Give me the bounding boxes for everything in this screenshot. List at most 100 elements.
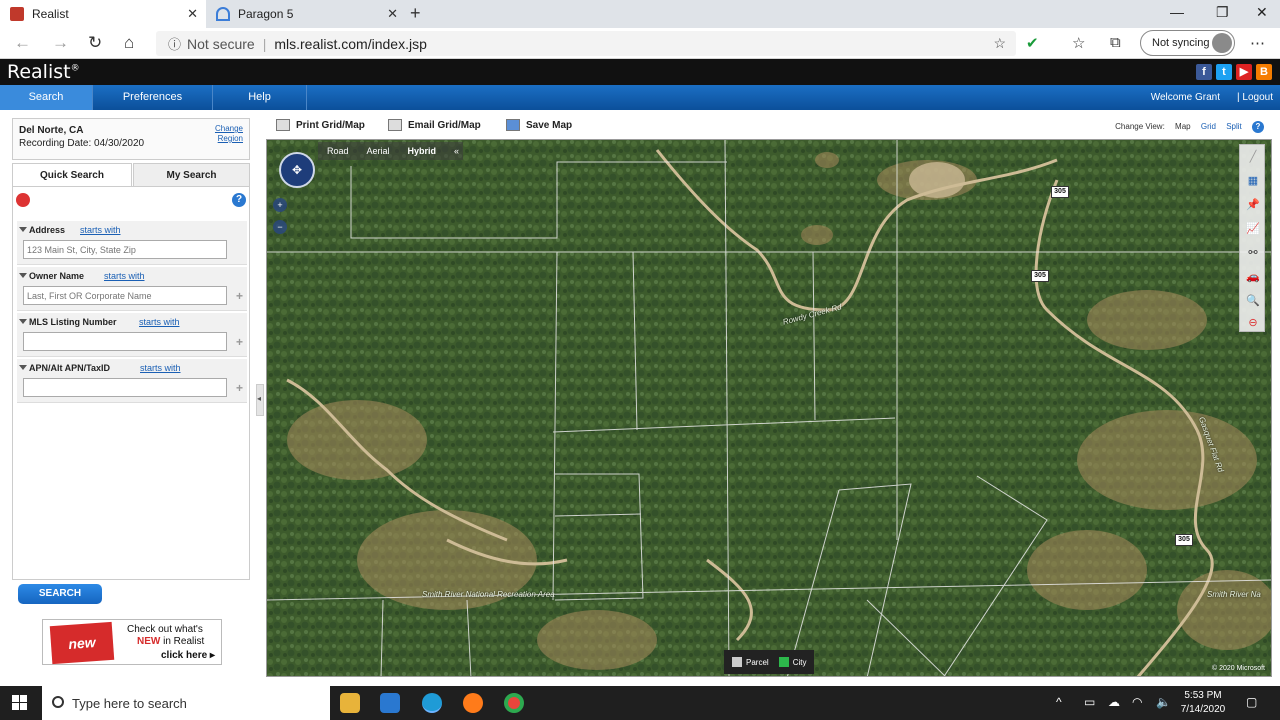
apn-label: APN/Alt APN/TaxID [29, 363, 111, 373]
twitter-icon[interactable]: t [1216, 64, 1232, 80]
mls-input[interactable] [23, 332, 227, 351]
tab-label: Realist [32, 7, 69, 21]
email-button[interactable]: Email Grid/Map [388, 119, 481, 131]
collections-icon[interactable]: ⧉ [1110, 34, 1121, 51]
favorites-icon[interactable]: ☆ [1072, 34, 1085, 52]
layers-icon[interactable]: ▦ [1244, 173, 1262, 189]
minimize-icon[interactable]: — [1170, 4, 1184, 20]
aerial-map[interactable]: Road Aerial Hybrid « ✥ + − ╱ ▦ 📌 📈 ⚯ 🚗 🔍… [266, 139, 1272, 677]
draw-line-icon[interactable]: ╱ [1244, 149, 1262, 165]
view-map-link[interactable]: Map [1175, 122, 1191, 131]
search-button[interactable]: SEARCH [18, 584, 102, 604]
tab-realist[interactable]: Realist ✕ [0, 0, 206, 28]
close-tab-icon[interactable]: ✕ [187, 6, 198, 22]
whats-new-banner[interactable]: new Check out what's NEW in Realist clic… [42, 619, 222, 665]
facebook-icon[interactable]: f [1196, 64, 1212, 80]
view-grid-link[interactable]: Grid [1201, 122, 1216, 131]
extension-check-icon[interactable]: ✔ [1026, 34, 1039, 52]
zoom-in-icon[interactable]: + [273, 198, 287, 212]
close-tab-icon[interactable]: ✕ [387, 6, 398, 22]
tab-label: Paragon 5 [238, 7, 294, 21]
favorite-star-icon[interactable]: ☆ [993, 35, 1006, 52]
file-explorer-icon[interactable] [340, 693, 360, 713]
nav-search[interactable]: Search [0, 85, 93, 110]
collapse-caret-icon[interactable] [19, 273, 27, 278]
more-menu-icon[interactable]: ⋯ [1250, 34, 1265, 52]
quick-search-form: ? Address starts with Owner Name starts … [12, 186, 250, 580]
realist-favicon-icon [10, 7, 24, 21]
pan-control-icon[interactable]: ✥ [279, 152, 315, 188]
car-icon[interactable]: 🚗 [1244, 269, 1262, 285]
address-match-mode[interactable]: starts with [80, 225, 121, 235]
change-link-line1[interactable]: Change [215, 124, 243, 134]
home-icon[interactable]: ⌂ [124, 33, 134, 53]
collapse-caret-icon[interactable] [19, 319, 27, 324]
map-type-road[interactable]: Road [327, 146, 349, 156]
mls-match-mode[interactable]: starts with [139, 317, 180, 327]
back-icon[interactable]: ← [14, 33, 31, 53]
add-mls-icon[interactable]: + [236, 335, 243, 349]
address-input[interactable] [23, 240, 227, 259]
collapse-caret-icon[interactable] [19, 365, 27, 370]
map-type-aerial[interactable]: Aerial [367, 146, 390, 156]
nav-preferences[interactable]: Preferences [93, 85, 213, 110]
save-map-button[interactable]: Save Map [506, 119, 572, 131]
help-icon[interactable]: ? [1252, 121, 1264, 133]
close-window-icon[interactable]: ✕ [1256, 4, 1268, 21]
apn-input[interactable] [23, 378, 227, 397]
mail-icon[interactable] [380, 693, 400, 713]
wifi-icon[interactable]: ◠ [1132, 695, 1142, 709]
blog-icon[interactable]: B [1256, 64, 1272, 80]
edge-icon[interactable] [422, 693, 442, 713]
collapse-map-types-icon[interactable]: « [454, 146, 459, 156]
url-field[interactable]: ⓘ Not secure | mls.realist.com/index.jsp… [156, 31, 1016, 56]
firefox-icon[interactable] [463, 693, 483, 713]
maximize-icon[interactable]: ❐ [1216, 4, 1229, 21]
new-tab-icon[interactable]: + [410, 3, 421, 24]
windows-start-icon[interactable] [12, 695, 28, 711]
clock[interactable]: 5:53 PM 7/14/2020 [1180, 689, 1226, 717]
volume-icon[interactable]: 🔈 [1156, 695, 1171, 709]
change-region-link[interactable]: Change Region [215, 124, 243, 144]
notifications-icon[interactable]: ▢ [1246, 695, 1257, 709]
logo-registered-mark: ® [70, 63, 80, 74]
add-owner-icon[interactable]: + [236, 289, 243, 303]
add-apn-icon[interactable]: + [236, 381, 243, 395]
collapse-caret-icon[interactable] [19, 227, 27, 232]
tray-chevron-icon[interactable]: ^ [1056, 695, 1062, 709]
clear-form-icon[interactable] [16, 193, 30, 207]
panel-collapse-handle[interactable]: ◂ [256, 384, 264, 416]
pushpin-icon[interactable]: 📌 [1244, 197, 1262, 213]
info-icon[interactable]: ⓘ [168, 34, 181, 53]
clear-icon[interactable]: ⊖ [1244, 315, 1262, 331]
help-icon[interactable]: ? [232, 193, 246, 207]
youtube-icon[interactable]: ▶ [1236, 64, 1252, 80]
tab-quick-search[interactable]: Quick Search [12, 163, 132, 187]
taskbar-search[interactable]: Type here to search [42, 686, 330, 720]
chrome-icon[interactable] [504, 693, 524, 713]
battery-icon[interactable]: ▭ [1084, 695, 1095, 709]
change-link-line2[interactable]: Region [215, 134, 243, 144]
region-city: Del Norte, CA [19, 125, 84, 136]
view-split-link[interactable]: Split [1226, 122, 1242, 131]
onedrive-icon[interactable]: ☁ [1108, 695, 1120, 709]
profile-sync-button[interactable]: Not syncing [1140, 30, 1235, 56]
promo-click-here[interactable]: click here ▸ [161, 650, 215, 661]
refresh-icon[interactable]: ↻ [88, 33, 102, 53]
zoom-out-icon[interactable]: − [273, 220, 287, 234]
chart-icon[interactable]: 📈 [1244, 221, 1262, 237]
map-type-hybrid[interactable]: Hybrid [408, 146, 437, 156]
tab-paragon[interactable]: Paragon 5 ✕ [206, 0, 406, 28]
apn-match-mode[interactable]: starts with [140, 363, 181, 373]
forward-icon[interactable]: → [52, 33, 69, 53]
owner-match-mode[interactable]: starts with [104, 271, 145, 281]
tab-my-search[interactable]: My Search [133, 163, 250, 187]
magnify-icon[interactable]: 🔍 [1244, 293, 1262, 309]
nav-help[interactable]: Help [213, 85, 307, 110]
logout-link[interactable]: | Logout [1237, 85, 1273, 110]
binoculars-icon[interactable]: ⚯ [1244, 245, 1262, 261]
print-button[interactable]: Print Grid/Map [276, 119, 365, 131]
owner-input[interactable] [23, 286, 227, 305]
address-field-group: Address starts with [17, 221, 247, 265]
logout-label[interactable]: Logout [1242, 92, 1273, 103]
